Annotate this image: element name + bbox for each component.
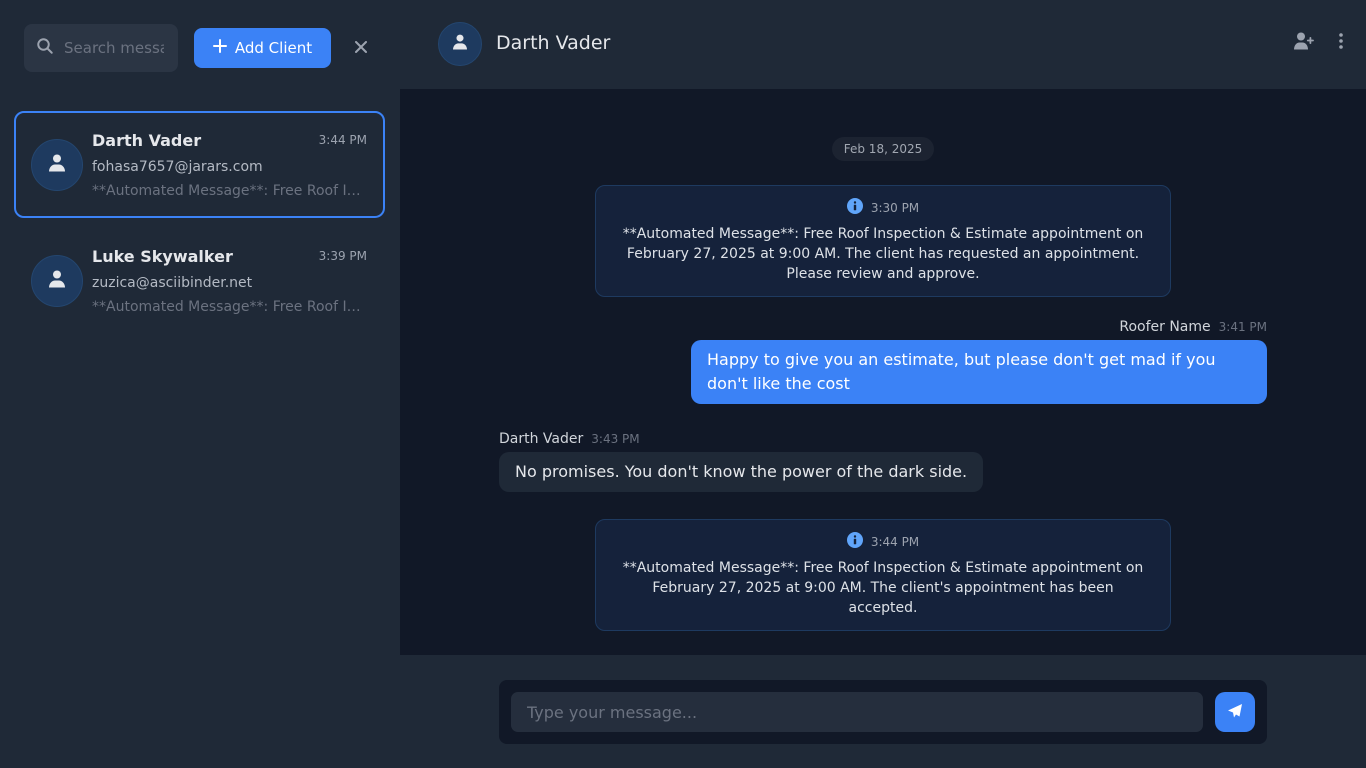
client-name: Darth Vader — [92, 131, 202, 150]
client-time: 3:39 PM — [318, 249, 367, 263]
add-client-button[interactable]: Add Client — [194, 28, 331, 68]
message-bubble: No promises. You don't know the power of… — [499, 452, 984, 492]
client-list: Darth Vader 3:44 PM fohasa7657@jarars.co… — [14, 111, 385, 343]
close-icon[interactable] — [350, 36, 372, 58]
message-time: 3:30 PM — [870, 201, 920, 215]
more-vertical-icon[interactable] — [1338, 33, 1344, 49]
system-message: 3:44 PM **Automated Message**: Free Roof… — [595, 519, 1171, 631]
message-text: **Automated Message**: Free Roof Inspect… — [622, 226, 1144, 282]
client-name: Luke Skywalker — [92, 247, 233, 266]
header-actions — [1294, 32, 1344, 50]
avatar — [31, 255, 83, 307]
client-preview: **Automated Message**: Free Roof Inspect… — [92, 299, 367, 315]
incoming-message: Darth Vader 3:43 PM No promises. You don… — [499, 431, 984, 492]
system-message: 3:30 PM **Automated Message**: Free Roof… — [595, 185, 1171, 297]
client-email: fohasa7657@jarars.com — [92, 159, 263, 175]
message-time: 3:44 PM — [870, 535, 920, 549]
search-icon — [36, 37, 54, 59]
avatar — [31, 139, 83, 191]
message-sender: Darth Vader — [499, 431, 584, 447]
search-box[interactable] — [24, 24, 178, 72]
message-input[interactable] — [511, 692, 1203, 732]
user-icon — [49, 270, 65, 292]
message-sender: Roofer Name — [1119, 319, 1211, 335]
client-item[interactable]: Darth Vader 3:44 PM fohasa7657@jarars.co… — [14, 111, 385, 218]
send-button[interactable] — [1215, 692, 1255, 732]
client-item[interactable]: Luke Skywalker 3:39 PM zuzica@asciibinde… — [14, 227, 385, 334]
chat-title: Darth Vader — [496, 32, 611, 54]
app: Add Client Darth Vader 3:44 PM fohasa765… — [0, 0, 1366, 768]
outgoing-message: Roofer Name 3:41 PM Happy to give you an… — [691, 319, 1267, 404]
user-icon — [453, 34, 467, 54]
contact-avatar — [438, 22, 482, 66]
user-icon — [49, 154, 65, 176]
client-email: zuzica@asciibinder.net — [92, 275, 253, 291]
plus-icon — [212, 39, 227, 57]
chat-header: Darth Vader — [400, 0, 1366, 89]
date-separator: Feb 18, 2025 — [832, 137, 934, 161]
sidebar-toolbar: Add Client — [0, 0, 400, 95]
message-list: Feb 18, 2025 3:30 PM **Automated Message… — [400, 89, 1366, 655]
composer — [499, 680, 1267, 744]
add-client-label: Add Client — [234, 39, 313, 57]
user-plus-icon[interactable] — [1294, 32, 1316, 50]
message-time: 3:41 PM — [1218, 320, 1267, 334]
client-preview: **Automated Message**: Free Roof Inspect… — [92, 183, 367, 199]
message-bubble: Happy to give you an estimate, but pleas… — [691, 340, 1267, 404]
chat-panel: Darth Vader Feb 18, 2025 3:30 PM **Autom… — [400, 0, 1366, 768]
sidebar: Add Client Darth Vader 3:44 PM fohasa765… — [0, 0, 400, 768]
message-text: **Automated Message**: Free Roof Inspect… — [622, 560, 1144, 616]
send-icon — [1227, 703, 1243, 722]
client-time: 3:44 PM — [318, 133, 367, 147]
composer-area — [400, 655, 1366, 768]
message-time: 3:43 PM — [591, 432, 640, 446]
info-icon — [846, 198, 863, 218]
info-icon — [846, 532, 863, 552]
search-input[interactable] — [64, 39, 164, 57]
